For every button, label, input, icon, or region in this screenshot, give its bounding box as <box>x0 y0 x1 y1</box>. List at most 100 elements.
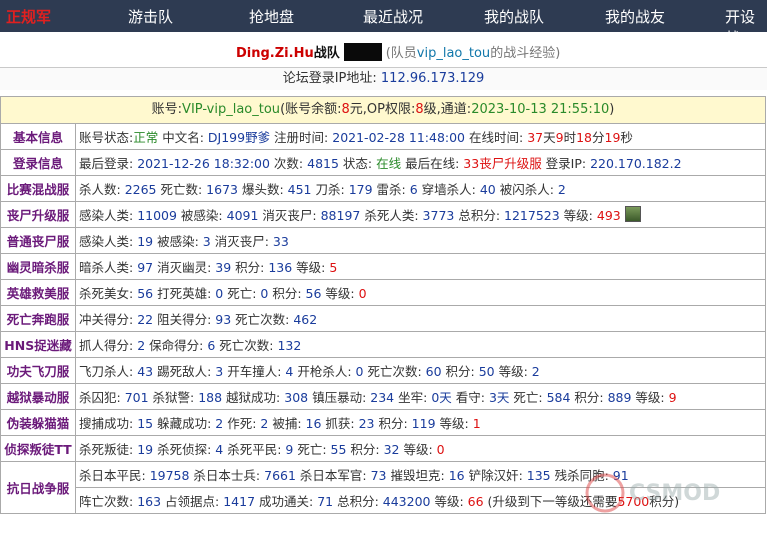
stat-value: 1673 <box>206 182 238 197</box>
stat-value: 135 <box>526 468 551 483</box>
stat-value: 正常 <box>133 130 159 145</box>
server-label[interactable]: 侦探叛徒TT <box>0 435 76 462</box>
top-nav: 正规军 游击队 抢地盘 最近战况 我的战队 我的战友 开设战 <box>0 0 767 47</box>
stat-value: 179 <box>348 182 373 197</box>
server-label[interactable]: 登录信息 <box>0 149 76 176</box>
stat-value: 2265 <box>124 182 157 197</box>
stat-label: 状态: <box>338 156 377 171</box>
stat-label: 消灭丧尸: <box>210 234 273 249</box>
stat-label: 坐牢: <box>394 390 432 405</box>
stat-label: 搜捕成功: <box>79 416 138 431</box>
stat-value: 5 <box>329 260 338 275</box>
team-member[interactable]: vip_lao_tou <box>417 46 490 61</box>
nav-item-open-battle[interactable]: 开设战 <box>725 6 767 48</box>
stat-label: 登录IP: <box>541 156 591 171</box>
stat-value: DJ199野爹 <box>207 130 271 145</box>
server-label[interactable]: HNS捉迷藏 <box>0 331 76 358</box>
stat-value: 1417 <box>223 494 256 509</box>
svg-text:CSMOD: CSMOD <box>629 481 720 506</box>
server-label[interactable]: 功夫飞刀服 <box>0 357 76 384</box>
stat-label: 分 <box>591 130 605 145</box>
server-label[interactable]: 普通丧尸服 <box>0 227 76 254</box>
stat-label: 杀狱警: <box>148 390 199 405</box>
site-logo[interactable]: 正规军 <box>6 6 51 27</box>
stat-label: 积分: <box>374 416 412 431</box>
stat-value: 2 <box>531 364 540 379</box>
server-label[interactable]: 英雄救美服 <box>0 279 76 306</box>
stat-value: 73 <box>370 468 387 483</box>
stat-label: 积分: <box>231 260 269 275</box>
stat-value: 4815 <box>307 156 339 171</box>
balance-label: (账号余额: <box>280 102 342 117</box>
stat-value: 0天 <box>431 390 452 405</box>
stat-value: 19 <box>137 234 154 249</box>
stat-value: 16 <box>305 416 322 431</box>
table-row: 侦探叛徒TT 杀死叛徒: 19 杀死侦探: 4 杀死平民: 9 死亡: 55 积分… <box>0 435 766 462</box>
stat-label: 秒 <box>620 130 633 145</box>
stats-cell: 搜捕成功: 15 躲藏成功: 2 作死: 2 被捕: 16 抓获: 23 积分:… <box>75 409 766 436</box>
nav-item-guerrilla[interactable]: 游击队 <box>128 6 173 27</box>
stat-value: 40 <box>479 182 496 197</box>
stat-value: 7661 <box>264 468 296 483</box>
account-bar: 账号:VIP-vip_lao_tou(账号余额:8元,OP权限:8级,通道:20… <box>0 96 766 124</box>
stat-value: 889 <box>607 390 632 405</box>
server-label[interactable]: 抗日战争服 <box>0 461 76 514</box>
stat-value: 0 <box>358 286 367 301</box>
team-header: Ding.Zi.Hu战队 (队员vip_lao_tou的战斗经验) <box>236 42 560 61</box>
stat-label: 最后登录: <box>79 156 138 171</box>
stat-value: 在线 <box>376 156 402 171</box>
server-label[interactable]: 伪装躲猫猫 <box>0 409 76 436</box>
csmod-watermark: CSMOD <box>585 473 720 513</box>
nav-item-territory[interactable]: 抢地盘 <box>249 6 294 27</box>
stat-value: 188 <box>198 390 223 405</box>
stat-label: 总积分: <box>333 494 383 509</box>
server-label[interactable]: 越狱暴动服 <box>0 383 76 410</box>
stat-label: 抓人得分: <box>79 338 138 353</box>
stat-label: 杀死平民: <box>223 442 286 457</box>
nav-item-my-friends[interactable]: 我的战友 <box>605 6 665 27</box>
stat-label: 账号状态: <box>79 130 134 145</box>
op-value: 8 <box>415 102 424 117</box>
team-name[interactable]: Ding.Zi.Hu <box>236 46 314 61</box>
stat-value: 6 <box>409 182 418 197</box>
account-name: VIP-vip_lao_tou <box>182 102 281 117</box>
stat-label: 踢死敌人: <box>153 364 216 379</box>
stat-label: 感染人类: <box>79 234 138 249</box>
stat-label: 天 <box>543 130 556 145</box>
stat-label: 躲藏成功: <box>153 416 216 431</box>
stats-cell: 抓人得分: 2 保命得分: 6 死亡次数: 132 <box>75 331 766 358</box>
table-row: 伪装躲猫猫 搜捕成功: 15 躲藏成功: 2 作死: 2 被捕: 16 抓获: 2… <box>0 409 766 436</box>
stat-label: 等级: <box>435 416 473 431</box>
stat-value: 66 <box>467 494 484 509</box>
stats-cell: 杀囚犯: 701 杀狱警: 188 越狱成功: 308 镇压暴动: 234 坐牢… <box>75 383 766 410</box>
stat-label: 占领据点: <box>161 494 224 509</box>
server-label[interactable]: 基本信息 <box>0 123 76 150</box>
table-row: 比赛混战服 杀人数: 2265 死亡数: 1673 爆头数: 451 刀杀: 17… <box>0 175 766 202</box>
stat-label: 暗杀人类: <box>79 260 138 275</box>
forum-ip-bar: 论坛登录IP地址: 112.96.173.129 <box>0 67 767 90</box>
stats-cell: 杀死美女: 56 打死英雄: 0 死亡: 0 积分: 56 等级: 0 <box>75 279 766 306</box>
stat-value: 119 <box>411 416 436 431</box>
nav-item-my-team[interactable]: 我的战队 <box>484 6 544 27</box>
stats-table: 基本信息 账号状态:正常 中文名: DJ199野爹 注册时间: 2021-02-2… <box>0 123 766 514</box>
stat-label: 注册时间: <box>270 130 333 145</box>
team-suffix: 战队 <box>313 46 340 61</box>
stat-label: 死亡数: <box>156 182 207 197</box>
stat-value: 234 <box>370 390 395 405</box>
stat-value: 2 <box>137 338 146 353</box>
stat-value: 19758 <box>149 468 190 483</box>
server-label[interactable]: 死亡奔跑服 <box>0 305 76 332</box>
server-label[interactable]: 幽灵暗杀服 <box>0 253 76 280</box>
stat-label: 被捕: <box>268 416 306 431</box>
stat-value: 33丧尸升级服 <box>463 156 542 171</box>
nav-item-recent-battles[interactable]: 最近战况 <box>363 6 423 27</box>
server-label[interactable]: 丧尸升级服 <box>0 201 76 228</box>
stat-value: 2021-12-26 18:32:00 <box>137 156 270 171</box>
server-label[interactable]: 比赛混战服 <box>0 175 76 202</box>
table-row: 英雄救美服 杀死美女: 56 打死英雄: 0 死亡: 0 积分: 56 等级: 0 <box>0 279 766 306</box>
stat-label: 冲关得分: <box>79 312 138 327</box>
stat-label: 开枪杀人: <box>293 364 356 379</box>
table-row: 普通丧尸服 感染人类: 19 被感染: 3 消灭丧尸: 33 <box>0 227 766 254</box>
stat-value: 3天 <box>488 390 510 405</box>
stat-value: 19 <box>604 130 621 145</box>
